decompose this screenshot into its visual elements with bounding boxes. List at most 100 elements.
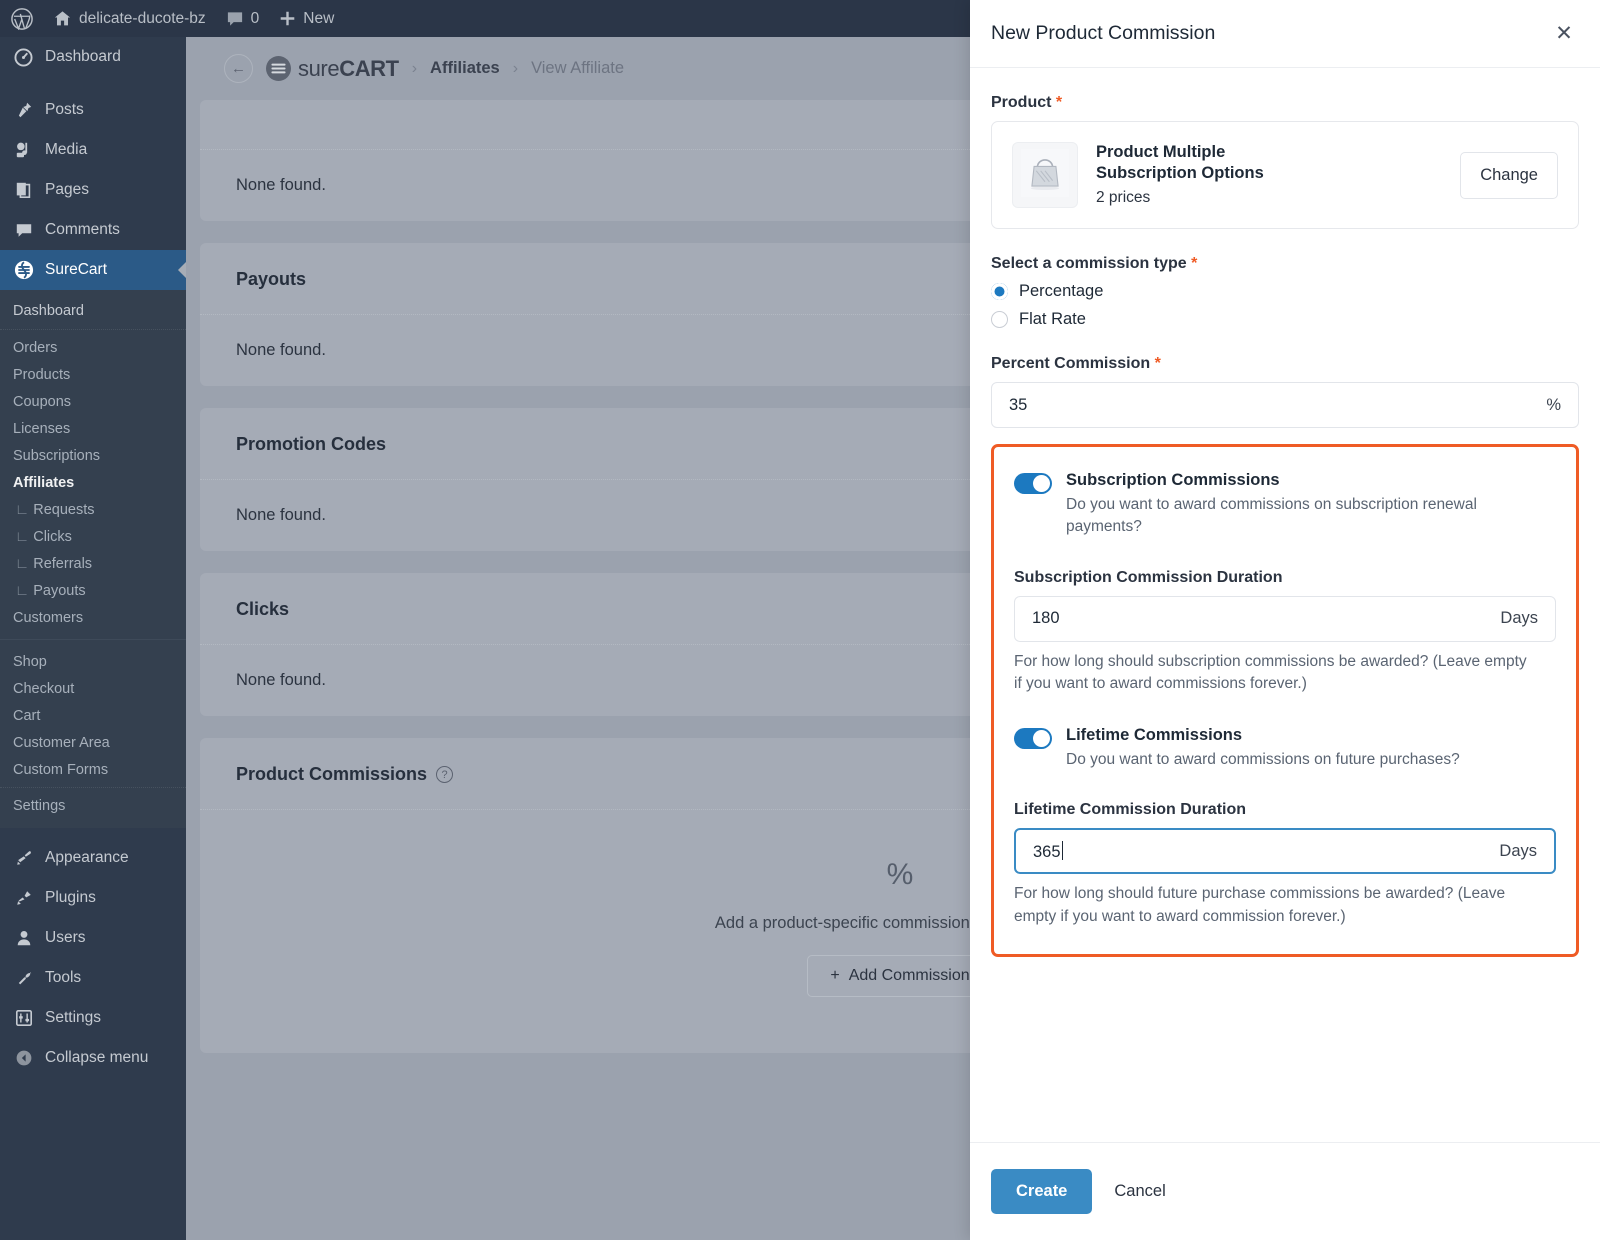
lifetime-duration-label: Lifetime Commission Duration: [1014, 801, 1247, 819]
media-icon: [13, 140, 34, 161]
question-mark-icon[interactable]: ?: [436, 766, 454, 783]
pages-icon: [13, 180, 34, 201]
sidebar-item-settings[interactable]: Settings: [0, 998, 186, 1038]
required-marker: *: [1154, 355, 1161, 372]
sidebar-item-dashboard[interactable]: Dashboard: [0, 37, 186, 77]
submenu-divider: [0, 787, 186, 788]
lifetime-duration-value: 365: [1033, 842, 1061, 861]
sidebar-item-posts[interactable]: Posts: [0, 90, 186, 130]
submenu-item-dashboard[interactable]: Dashboard: [0, 297, 186, 325]
surecart-mark-icon: [266, 56, 291, 81]
sidebar-item-media[interactable]: Media: [0, 130, 186, 170]
wordpress-logo-icon: [11, 7, 33, 31]
sidebar-item-pages[interactable]: Pages: [0, 170, 186, 210]
sidebar-label: Plugins: [45, 889, 96, 906]
site-name-label: delicate-ducote-bz: [79, 9, 206, 27]
percent-commission-label-text: Percent Commission: [991, 355, 1151, 372]
create-button[interactable]: Create: [991, 1169, 1093, 1214]
lifetime-duration-help: For how long should future purchase comm…: [1014, 885, 1506, 925]
surecart-logo[interactable]: sureCART: [266, 56, 399, 82]
brush-icon: [13, 848, 34, 869]
submenu-item-coupons[interactable]: Coupons: [0, 388, 186, 415]
radio-option-flat-rate[interactable]: Flat Rate: [991, 310, 1579, 329]
submenu-item-referrals[interactable]: ∟ Referrals: [0, 550, 186, 577]
new-label: New: [303, 9, 335, 27]
submenu-item-customers[interactable]: Customers: [0, 604, 186, 631]
site-name-button[interactable]: delicate-ducote-bz: [43, 0, 216, 37]
submenu-item-custom-forms[interactable]: Custom Forms: [0, 756, 186, 783]
radio-flat-rate-icon[interactable]: [991, 311, 1008, 328]
add-commission-button[interactable]: + Add Commission: [807, 955, 993, 997]
sidebar-label: Media: [45, 141, 88, 158]
submenu-item-settings[interactable]: Settings: [0, 792, 186, 819]
submenu-label: Referrals: [33, 555, 93, 572]
cancel-button[interactable]: Cancel: [1110, 1176, 1169, 1207]
subscription-duration-input[interactable]: 180 Days: [1014, 595, 1556, 642]
submenu-item-clicks[interactable]: ∟ Clicks: [0, 523, 186, 550]
submenu-item-orders[interactable]: Orders: [0, 334, 186, 361]
breadcrumb-affiliates[interactable]: Affiliates: [430, 59, 500, 78]
subscription-commissions-toggle[interactable]: [1014, 473, 1052, 494]
lifetime-commissions-toggle[interactable]: [1014, 727, 1052, 749]
product-name: Product Multiple Subscription Options: [1096, 143, 1264, 183]
plus-icon: [279, 10, 296, 27]
selected-product-card: Product Multiple Subscription Options 2 …: [991, 121, 1579, 229]
subscription-commissions-toggle-row[interactable]: Subscription Commissions Do you want to …: [1014, 471, 1556, 539]
sidebar-label: Appearance: [45, 849, 129, 866]
subscription-commissions-description: Do you want to award commissions on subs…: [1066, 496, 1477, 536]
new-content-button[interactable]: New: [269, 0, 344, 37]
radio-option-percentage[interactable]: Percentage: [991, 282, 1579, 301]
card-title-label: Product Commissions: [236, 764, 428, 784]
submenu-item-cart[interactable]: Cart: [0, 702, 186, 729]
sidebar-item-users[interactable]: Users: [0, 918, 186, 958]
sidebar-item-collapse-menu[interactable]: Collapse menu: [0, 1038, 186, 1078]
lifetime-duration-suffix: Days: [1499, 841, 1537, 860]
wp-logo-button[interactable]: [0, 0, 43, 37]
lifetime-commissions-description: Do you want to award commissions on futu…: [1066, 750, 1460, 768]
surecart-wordmark: sureCART: [298, 56, 399, 82]
close-icon[interactable]: ✕: [1549, 19, 1579, 49]
surecart-submenu: Dashboard Orders Products Coupons Licens…: [0, 290, 186, 828]
submenu-item-requests[interactable]: ∟ Requests: [0, 496, 186, 523]
lifetime-duration-value-wrap: 365: [1033, 840, 1499, 862]
product-thumbnail: [1012, 142, 1078, 208]
submenu-item-shop[interactable]: Shop: [0, 648, 186, 675]
submenu-item-subscriptions[interactable]: Subscriptions: [0, 442, 186, 469]
user-icon: [13, 928, 34, 949]
submenu-label: Clicks: [33, 528, 72, 545]
breadcrumb-separator: ›: [512, 59, 519, 77]
sidebar-item-tools[interactable]: Tools: [0, 958, 186, 998]
product-info: Product Multiple Subscription Options 2 …: [1096, 142, 1442, 207]
submenu-item-customer-area[interactable]: Customer Area: [0, 729, 186, 756]
submenu-item-payouts[interactable]: ∟ Payouts: [0, 577, 186, 604]
submenu-item-checkout[interactable]: Checkout: [0, 675, 186, 702]
radio-percentage-label: Percentage: [1019, 282, 1104, 300]
nested-branch-icon: ∟: [15, 501, 34, 518]
sidebar-item-comments[interactable]: Comments: [0, 210, 186, 250]
submenu-item-licenses[interactable]: Licenses: [0, 415, 186, 442]
panel-header: New Product Commission ✕: [970, 0, 1600, 68]
submenu-item-products[interactable]: Products: [0, 361, 186, 388]
sidebar-item-appearance[interactable]: Appearance: [0, 838, 186, 878]
change-product-button[interactable]: Change: [1460, 151, 1558, 199]
lifetime-duration-input[interactable]: 365 Days: [1014, 828, 1556, 875]
submenu-item-affiliates[interactable]: Affiliates: [0, 469, 186, 496]
percent-commission-input[interactable]: 35 %: [991, 382, 1579, 428]
pin-icon: [13, 100, 34, 121]
subscription-duration-label: Subscription Commission Duration: [1014, 568, 1283, 586]
comments-button[interactable]: 0: [216, 0, 270, 37]
lifetime-commissions-toggle-row[interactable]: Lifetime Commissions Do you want to awar…: [1014, 726, 1556, 771]
panel-footer: Create Cancel: [970, 1142, 1600, 1240]
product-prices-count: 2 prices: [1096, 188, 1151, 206]
commission-type-label: Select a commission type *: [991, 255, 1579, 273]
submenu-label: Payouts: [33, 582, 86, 599]
sidebar-item-plugins[interactable]: Plugins: [0, 878, 186, 918]
subscription-duration-suffix: Days: [1500, 609, 1538, 628]
sidebar-item-surecart[interactable]: SureCart: [0, 250, 186, 290]
comment-count: 0: [250, 9, 260, 27]
radio-flat-rate-label: Flat Rate: [1019, 310, 1086, 328]
back-button[interactable]: ←: [224, 54, 253, 83]
radio-percentage-icon[interactable]: [991, 283, 1008, 300]
comment-bubble-icon: [226, 11, 244, 27]
plug-icon: [13, 888, 34, 909]
